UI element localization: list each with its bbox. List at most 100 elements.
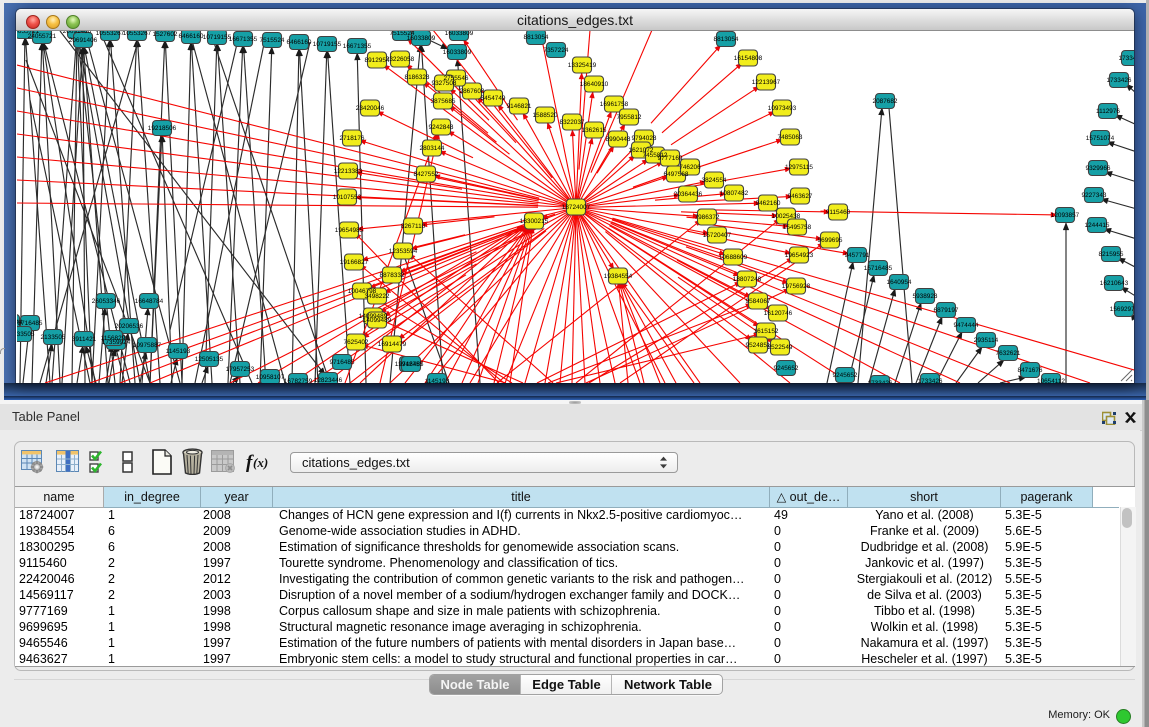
svg-text:19654923: 19654923: [785, 252, 814, 259]
svg-text:12213967: 12213967: [752, 79, 781, 86]
svg-text:1733426: 1733426: [1107, 77, 1132, 84]
svg-text:3875685: 3875685: [431, 98, 456, 105]
svg-text:9716485: 9716485: [330, 359, 355, 366]
svg-text:1112976: 1112976: [1096, 108, 1120, 115]
svg-text:9327508: 9327508: [432, 80, 457, 87]
svg-text:20206536: 20206536: [115, 323, 144, 330]
svg-text:3498222: 3498222: [365, 293, 390, 300]
svg-text:7632621: 7632621: [996, 350, 1021, 357]
svg-text:10553267: 10553267: [123, 31, 152, 37]
svg-text:5938928: 5938928: [913, 293, 938, 300]
svg-text:8427552: 8427552: [414, 171, 439, 178]
svg-text:1145193: 1145193: [425, 378, 450, 383]
svg-text:10719155: 10719155: [313, 41, 342, 48]
svg-text:15495758: 15495758: [783, 224, 812, 231]
svg-text:9146821: 9146821: [507, 103, 532, 110]
svg-text:17957253: 17957253: [226, 366, 255, 373]
svg-text:9463627: 9463627: [788, 193, 813, 200]
svg-text:10975887: 10975887: [133, 342, 162, 349]
svg-text:18724007: 18724007: [562, 204, 591, 211]
svg-text:1588520: 1588520: [533, 112, 558, 119]
svg-text:9329966: 9329966: [1086, 165, 1111, 172]
svg-text:18807248: 18807248: [733, 276, 762, 283]
svg-text:7357224: 7357224: [544, 47, 569, 54]
svg-text:15751074: 15751074: [1086, 135, 1115, 142]
svg-text:2087682: 2087682: [873, 98, 898, 105]
svg-text:19756928: 19756928: [782, 283, 811, 290]
svg-text:10973493: 10973493: [768, 105, 797, 112]
svg-text:6879197: 6879197: [934, 307, 959, 314]
svg-text:2718176: 2718176: [340, 135, 365, 142]
svg-text:16782759: 16782759: [284, 378, 313, 383]
svg-text:3824554: 3824554: [702, 177, 727, 184]
svg-text:8322037: 8322037: [560, 119, 585, 126]
svg-text:23420046: 23420046: [356, 105, 385, 112]
svg-text:16671355: 16671355: [343, 43, 372, 50]
svg-text:1640954: 1640954: [887, 279, 912, 286]
svg-text:9115460: 9115460: [826, 209, 851, 216]
svg-text:9462160: 9462160: [756, 200, 781, 207]
svg-text:2522549: 2522549: [768, 344, 793, 351]
svg-text:26053346: 26053346: [92, 298, 121, 305]
svg-text:8813054: 8813054: [714, 36, 739, 43]
svg-text:7955812: 7955812: [617, 114, 642, 121]
svg-text:9245652: 9245652: [833, 372, 858, 379]
svg-text:20364436: 20364436: [674, 191, 703, 198]
svg-text:746206: 746206: [679, 164, 701, 171]
svg-text:9699695: 9699695: [818, 237, 843, 244]
svg-text:2133505: 2133505: [17, 331, 35, 338]
svg-text:20691406: 20691406: [69, 37, 98, 44]
svg-text:24055721: 24055721: [28, 33, 57, 40]
svg-text:8215955: 8215955: [1099, 251, 1124, 258]
svg-text:23226058: 23226058: [386, 56, 415, 63]
svg-text:10553267: 10553267: [96, 31, 125, 37]
svg-text:7515524: 7515524: [260, 37, 285, 44]
svg-text:10958107: 10958107: [256, 374, 285, 381]
svg-text:8471676: 8471676: [1018, 367, 1043, 374]
svg-text:8454749: 8454749: [481, 95, 506, 102]
svg-text:15720407: 15720407: [703, 232, 732, 239]
svg-text:12505135: 12505135: [195, 356, 224, 363]
svg-text:8990448: 8990448: [606, 136, 631, 143]
svg-text:9777169: 9777169: [658, 155, 683, 162]
svg-text:16033809: 16033809: [407, 35, 436, 42]
svg-text:8878332: 8878332: [380, 272, 405, 279]
svg-text:2867608: 2867608: [460, 88, 485, 95]
svg-text:10025438: 10025438: [772, 213, 801, 220]
svg-text:16210643: 16210643: [1100, 280, 1129, 287]
svg-text:6466160: 6466160: [179, 33, 204, 40]
svg-text:12823446: 12823446: [314, 377, 343, 383]
svg-text:1615152: 1615152: [754, 328, 779, 335]
svg-text:9716485: 9716485: [18, 320, 43, 327]
svg-text:9794028: 9794028: [632, 135, 657, 142]
svg-text:15716485: 15716485: [864, 265, 893, 272]
svg-text:13325419: 13325419: [568, 62, 597, 69]
svg-text:10107553: 10107553: [333, 194, 362, 201]
svg-text:9242848: 9242848: [429, 124, 454, 131]
svg-text:12093857: 12093857: [1051, 212, 1080, 219]
svg-text:1156829: 1156829: [101, 335, 126, 342]
svg-text:1733426: 1733426: [868, 380, 893, 383]
svg-text:19654985: 19654985: [335, 227, 364, 234]
svg-text:19166827: 19166827: [340, 259, 369, 266]
svg-text:8267110: 8267110: [401, 223, 426, 230]
svg-text:12353594: 12353594: [389, 248, 418, 255]
svg-text:(x): (x): [253, 455, 268, 470]
svg-text:16154808: 16154808: [734, 55, 763, 62]
svg-text:2803144: 2803144: [420, 145, 445, 152]
svg-text:9716485: 9716485: [399, 361, 424, 368]
svg-text:6466160: 6466160: [287, 39, 312, 46]
svg-text:9227343: 9227343: [1082, 192, 1107, 199]
svg-text:16961758: 16961758: [600, 101, 629, 108]
svg-text:1733426: 1733426: [1119, 55, 1134, 62]
svg-text:16033809: 16033809: [445, 31, 474, 37]
svg-text:12975115: 12975115: [785, 164, 813, 171]
svg-text:1244415: 1244415: [1085, 222, 1110, 229]
svg-text:9474444: 9474444: [954, 322, 979, 329]
svg-text:8813054: 8813054: [524, 34, 549, 41]
svg-text:16120746: 16120746: [764, 310, 793, 317]
svg-text:16033809: 16033809: [443, 49, 472, 56]
svg-text:8186328: 8186328: [405, 74, 430, 81]
svg-text:16648784: 16648784: [135, 298, 164, 305]
svg-text:7986372: 7986372: [695, 214, 720, 221]
